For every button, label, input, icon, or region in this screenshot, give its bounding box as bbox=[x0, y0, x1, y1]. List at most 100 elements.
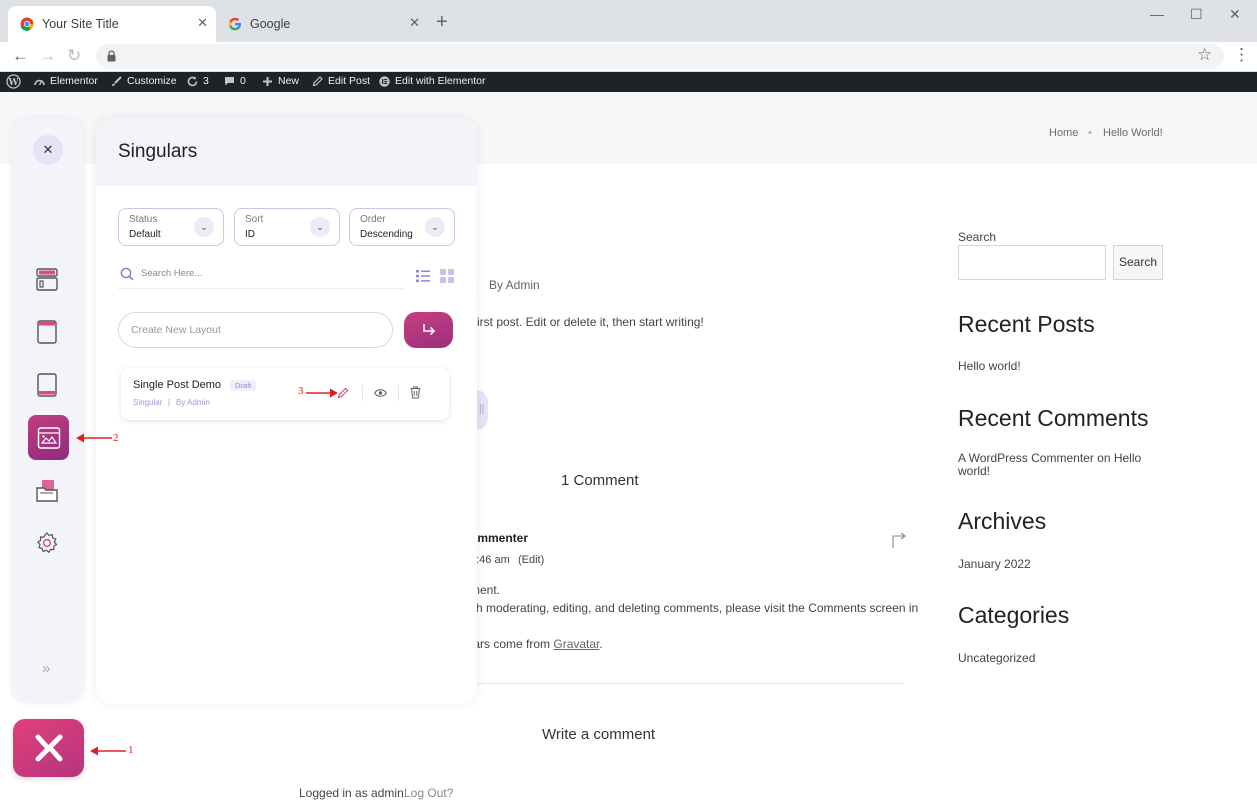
post-author[interactable]: By Admin bbox=[489, 278, 540, 292]
comment-edit-link[interactable]: (Edit) bbox=[518, 554, 544, 566]
breadcrumb-separator: • bbox=[1088, 127, 1092, 139]
tab-your-site-title[interactable]: Your Site Title ✕ bbox=[8, 6, 216, 42]
close-panel-button[interactable]: ✕ bbox=[33, 135, 63, 165]
layout-search-field[interactable]: Search Here... bbox=[118, 264, 404, 289]
plugin-icon-rail bbox=[11, 118, 84, 703]
filter-value: Default bbox=[129, 229, 161, 240]
admin-bar-edit-post[interactable]: Edit Post bbox=[312, 75, 370, 87]
reload-button[interactable]: ↻ bbox=[67, 46, 81, 66]
filter-label: Order bbox=[360, 214, 386, 225]
recent-post-link[interactable]: Hello world! bbox=[958, 359, 1021, 373]
grid-view-icon[interactable] bbox=[440, 269, 454, 283]
back-button[interactable]: ← bbox=[12, 46, 29, 66]
logout-link[interactable]: Log Out? bbox=[404, 786, 453, 800]
tab-title: Google bbox=[250, 17, 291, 31]
admin-bar-elementor[interactable]: Elementor bbox=[34, 75, 98, 87]
categories-title: Categories bbox=[958, 602, 1070, 628]
logged-in-text: Logged in as admin. bbox=[299, 786, 408, 800]
annotation-arrow-icon bbox=[306, 388, 338, 398]
create-layout-input[interactable]: Create New Layout bbox=[118, 312, 393, 348]
search-input[interactable] bbox=[958, 245, 1106, 280]
tab-title: Your Site Title bbox=[42, 17, 119, 31]
archive-link[interactable]: January 2022 bbox=[958, 557, 1031, 571]
filter-value: ID bbox=[245, 229, 255, 240]
admin-bar-label: Customize bbox=[127, 75, 177, 87]
search-button[interactable]: Search bbox=[1113, 245, 1163, 280]
plus-icon bbox=[263, 76, 272, 86]
preview-eye-icon[interactable] bbox=[374, 388, 387, 398]
commenter-name[interactable]: ommenter bbox=[470, 531, 528, 545]
brush-icon bbox=[112, 75, 122, 86]
address-bar[interactable] bbox=[96, 44, 1224, 69]
panel-header: Singulars bbox=[96, 118, 477, 186]
wordpress-logo-icon[interactable]: W bbox=[6, 74, 21, 89]
comment-text-end: . bbox=[599, 637, 603, 651]
pencil-icon bbox=[312, 75, 323, 86]
create-layout-button[interactable] bbox=[404, 312, 453, 348]
close-tab-icon[interactable]: ✕ bbox=[409, 15, 420, 31]
divider bbox=[362, 385, 363, 401]
comment-line-2: ith moderating, editing, and deleting co… bbox=[470, 601, 919, 615]
filter-label: Sort bbox=[245, 214, 264, 225]
reply-icon[interactable] bbox=[892, 533, 906, 549]
plugin-launcher-button[interactable] bbox=[13, 719, 84, 777]
layout-card[interactable]: Single Post Demo Draft Singular | By Adm… bbox=[121, 368, 449, 420]
status-filter-select[interactable]: Status Default ⌄ bbox=[118, 208, 224, 246]
tab-google[interactable]: Google ✕ bbox=[216, 6, 428, 42]
chevron-down-icon: ⌄ bbox=[194, 217, 214, 237]
minimize-button[interactable]: — bbox=[1150, 6, 1164, 22]
window-close-button[interactable]: ✕ bbox=[1229, 6, 1241, 23]
write-comment-title: Write a comment bbox=[542, 726, 656, 743]
header-template-icon[interactable] bbox=[26, 258, 68, 300]
annotation-label-2: 2 bbox=[113, 432, 119, 444]
gravatar-link[interactable]: Gravatar bbox=[553, 637, 599, 651]
new-tab-button[interactable]: + bbox=[436, 12, 448, 32]
create-layout-placeholder: Create New Layout bbox=[131, 324, 221, 336]
lock-icon bbox=[107, 50, 116, 62]
close-tab-icon[interactable]: ✕ bbox=[197, 15, 208, 31]
enter-arrow-icon bbox=[422, 324, 435, 336]
page-template-icon[interactable] bbox=[26, 311, 68, 353]
bookmark-star-icon[interactable]: ☆ bbox=[1197, 45, 1212, 65]
plugin-logo-icon bbox=[35, 734, 62, 762]
admin-bar-comments[interactable]: 0 bbox=[224, 75, 246, 87]
admin-bar-label: Elementor bbox=[50, 75, 98, 87]
breadcrumb-home[interactable]: Home bbox=[1049, 127, 1078, 139]
recent-comments-title: Recent Comments bbox=[958, 405, 1149, 431]
category-link[interactable]: Uncategorized bbox=[958, 651, 1035, 665]
archive-template-icon[interactable] bbox=[26, 470, 68, 512]
admin-bar-count: 0 bbox=[240, 75, 246, 87]
trash-icon[interactable] bbox=[410, 386, 421, 399]
comments-title: 1 Comment bbox=[561, 472, 639, 489]
admin-bar-edit-with-elementor[interactable]: Edit with Elementor bbox=[379, 75, 485, 87]
edit-pencil-icon[interactable] bbox=[337, 387, 349, 399]
admin-bar-updates[interactable]: 3 bbox=[187, 75, 209, 87]
sort-filter-select[interactable]: Sort ID ⌄ bbox=[234, 208, 340, 246]
singulars-panel: Singulars Status Default ⌄ Sort ID ⌄ Ord… bbox=[96, 118, 477, 704]
wp-admin-bar: W Elementor Customize 3 0 New Edit Post … bbox=[0, 72, 1257, 92]
search-placeholder: Search Here... bbox=[141, 268, 203, 279]
admin-bar-customize[interactable]: Customize bbox=[111, 75, 177, 87]
dashboard-icon bbox=[34, 79, 45, 85]
list-view-icon[interactable] bbox=[416, 269, 430, 283]
recent-posts-title: Recent Posts bbox=[958, 311, 1095, 337]
panel-drag-handle[interactable]: || bbox=[476, 390, 488, 430]
layout-name: Single Post Demo bbox=[133, 379, 222, 391]
singular-template-icon bbox=[37, 426, 60, 449]
admin-bar-new[interactable]: New bbox=[262, 75, 299, 87]
admin-bar-label: Edit Post bbox=[328, 75, 371, 87]
divider bbox=[470, 683, 904, 684]
settings-gear-icon[interactable] bbox=[26, 522, 68, 564]
forward-button[interactable]: → bbox=[39, 46, 56, 66]
expand-rail-icon[interactable]: » bbox=[42, 660, 50, 677]
singular-template-button[interactable] bbox=[28, 415, 69, 460]
browser-menu-icon[interactable]: ⋮ bbox=[1233, 45, 1250, 65]
browser-toolbar: ← → ↻ ☆ ⋮ bbox=[0, 42, 1257, 72]
order-filter-select[interactable]: Order Descending ⌄ bbox=[349, 208, 455, 246]
recent-comment-link[interactable]: A WordPress Commenter on Hello world! bbox=[958, 452, 1148, 478]
maximize-button[interactable]: ☐ bbox=[1190, 6, 1203, 23]
admin-bar-label: Edit with Elementor bbox=[395, 75, 486, 87]
footer-template-icon[interactable] bbox=[26, 364, 68, 406]
browser-tab-strip: Your Site Title ✕ Google ✕ + — ☐ ✕ bbox=[0, 0, 1257, 42]
admin-bar-count: 3 bbox=[203, 75, 209, 87]
